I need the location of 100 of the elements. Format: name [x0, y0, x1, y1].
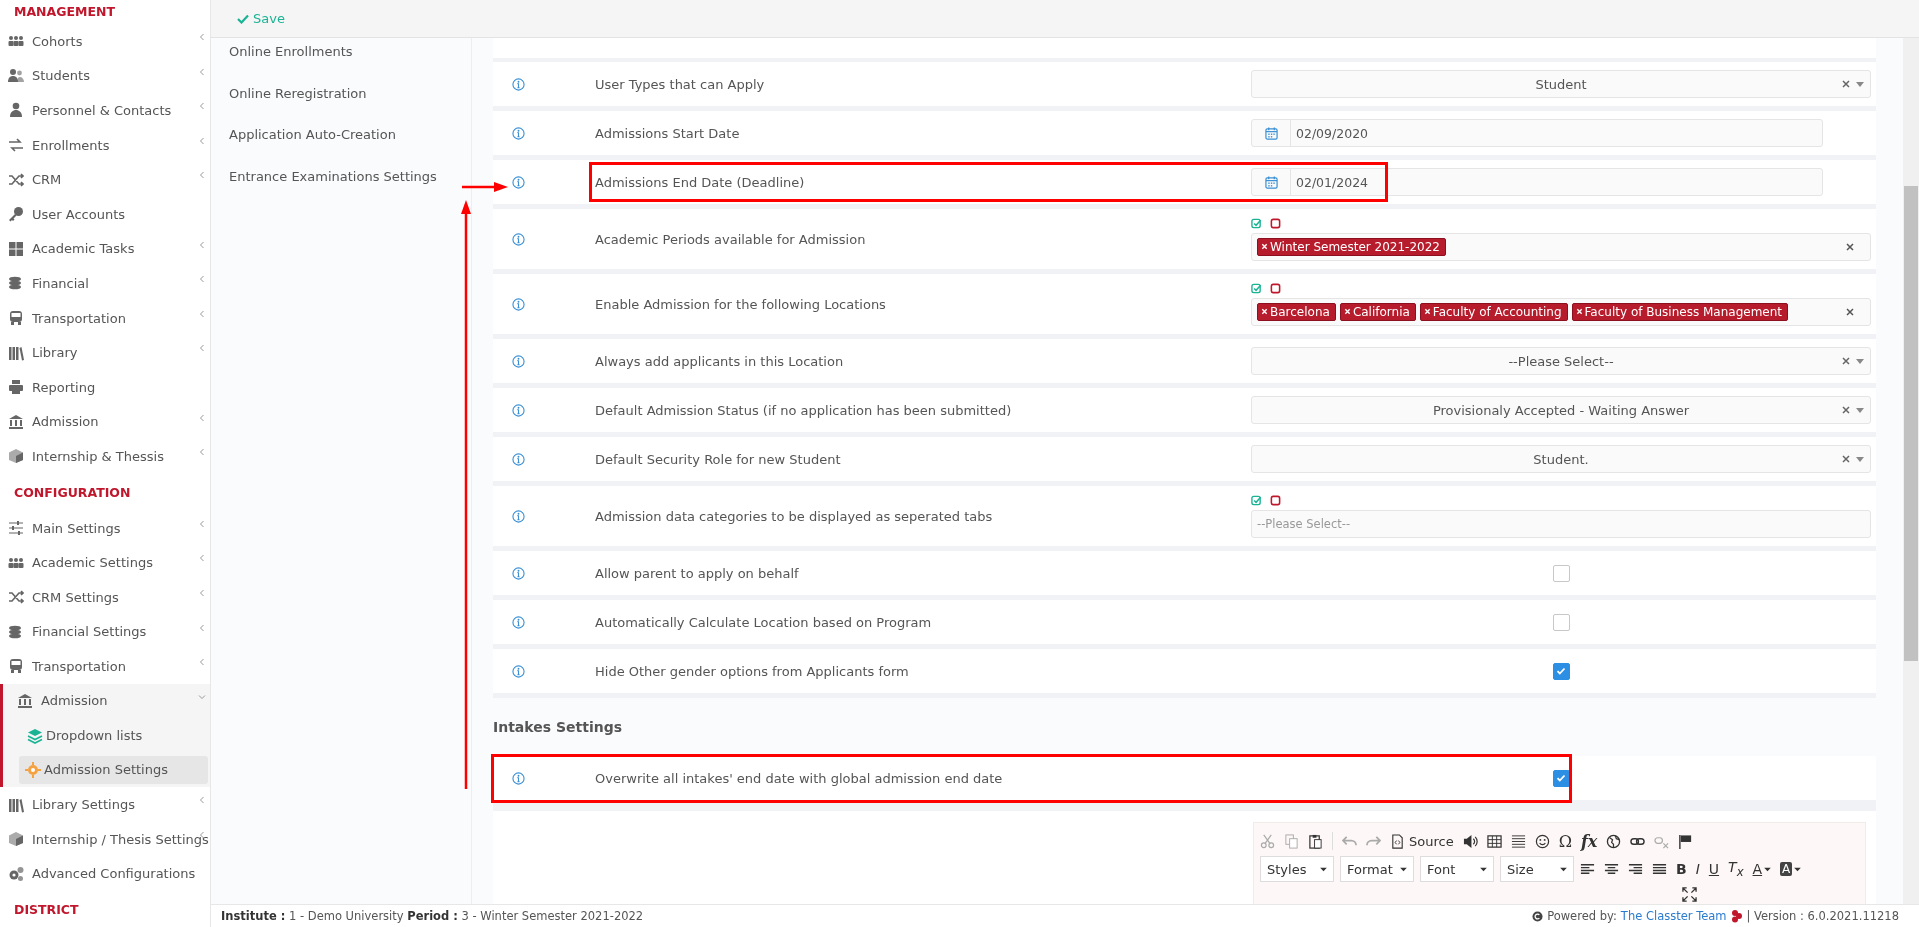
- sidebar-item[interactable]: Internship & Thessis: [0, 439, 210, 474]
- info-icon[interactable]: [512, 126, 525, 140]
- select-all-icon[interactable]: [1251, 217, 1262, 229]
- settings-nav-link[interactable]: Entrance Examinations Settings: [211, 155, 471, 198]
- info-icon[interactable]: [512, 615, 525, 629]
- sidebar-item[interactable]: Internship / Thesis Settings: [0, 822, 210, 857]
- checkbox[interactable]: [1552, 564, 1570, 582]
- dropdown-field[interactable]: Student.: [1251, 445, 1871, 473]
- calendar-icon[interactable]: [1264, 175, 1278, 189]
- sidebar-item[interactable]: Main Settings: [0, 510, 210, 546]
- sidebar-subitem[interactable]: Dropdown lists: [3, 718, 210, 753]
- clear-icon[interactable]: [1846, 307, 1854, 316]
- info-icon[interactable]: [512, 403, 525, 417]
- dropdown-field[interactable]: Provisionaly Accepted - Waiting Answer: [1251, 396, 1871, 424]
- info-icon[interactable]: [512, 771, 525, 785]
- info-icon[interactable]: [512, 232, 525, 246]
- remove-icon[interactable]: [1423, 308, 1431, 315]
- clear-icon[interactable]: [1842, 455, 1850, 463]
- checkbox[interactable]: [1552, 662, 1570, 680]
- info-icon[interactable]: [512, 452, 525, 466]
- sidebar-item[interactable]: Transportation: [0, 649, 210, 684]
- align-icon[interactable]: [1652, 861, 1667, 877]
- paste-icon[interactable]: [1308, 833, 1323, 849]
- date-field[interactable]: 02/09/2020: [1251, 119, 1823, 147]
- sidebar-item[interactable]: Financial Settings: [0, 614, 210, 650]
- sidebar-item[interactable]: Personnel & Contacts: [0, 93, 210, 128]
- source-button[interactable]: Source: [1390, 833, 1454, 849]
- sidebar-item[interactable]: Library: [0, 335, 210, 370]
- tag[interactable]: California: [1339, 302, 1416, 321]
- horizontal-lines-icon[interactable]: [1510, 833, 1526, 849]
- info-icon[interactable]: [512, 509, 525, 523]
- deselect-all-icon[interactable]: [1270, 282, 1281, 294]
- sidebar-item[interactable]: Academic Tasks: [0, 231, 210, 267]
- maximize-icon[interactable]: [1682, 886, 1697, 902]
- sidebar-item[interactable]: Advanced Configurations: [0, 856, 210, 892]
- align-icon[interactable]: [1604, 861, 1619, 877]
- formula-button[interactable]: fx: [1580, 831, 1598, 851]
- tag[interactable]: Winter Semester 2021-2022: [1257, 237, 1446, 256]
- tag[interactable]: Faculty of Accounting: [1419, 302, 1568, 321]
- sidebar-item[interactable]: Admission: [3, 683, 210, 719]
- clear-icon[interactable]: [1842, 80, 1850, 88]
- sidebar-subitem[interactable]: Admission Settings: [19, 755, 208, 784]
- remove-icon[interactable]: [1261, 308, 1268, 315]
- sidebar-item[interactable]: Financial: [0, 266, 210, 301]
- align-icon[interactable]: [1628, 861, 1643, 877]
- info-icon[interactable]: [512, 175, 525, 189]
- speaker-icon[interactable]: [1462, 833, 1478, 849]
- sidebar-item[interactable]: Academic Settings: [0, 545, 210, 580]
- sidebar-item[interactable]: Transportation: [0, 300, 210, 336]
- tag[interactable]: Barcelona: [1257, 302, 1336, 321]
- calendar-icon[interactable]: [1264, 126, 1278, 140]
- editor-dropdown[interactable]: Styles: [1260, 856, 1334, 882]
- settings-nav-link[interactable]: Online Reregistration: [211, 72, 471, 115]
- dropdown-field[interactable]: --Please Select--: [1251, 347, 1871, 375]
- info-icon[interactable]: [512, 77, 525, 91]
- sidebar-item[interactable]: User Accounts: [0, 196, 210, 232]
- clear-icon[interactable]: [1842, 406, 1850, 414]
- info-icon[interactable]: [512, 664, 525, 678]
- sidebar-item[interactable]: Enrollments: [0, 127, 210, 163]
- remove-icon[interactable]: [1261, 243, 1268, 250]
- cut-icon[interactable]: [1260, 833, 1275, 849]
- sidebar-item[interactable]: Library Settings: [0, 787, 210, 823]
- scrollbar[interactable]: [1903, 38, 1919, 904]
- sidebar-item[interactable]: Reporting: [0, 369, 210, 405]
- multi-select-field[interactable]: Winter Semester 2021-2022: [1251, 232, 1871, 261]
- info-icon[interactable]: [512, 297, 525, 311]
- clear-icon[interactable]: [1846, 242, 1854, 251]
- format-button[interactable]: T$_{x}$: [1728, 859, 1744, 879]
- editor-dropdown[interactable]: Font: [1420, 856, 1494, 882]
- checkbox[interactable]: [1552, 769, 1570, 787]
- special-character-button[interactable]: Ω: [1558, 831, 1572, 851]
- info-icon[interactable]: [512, 354, 525, 368]
- editor-dropdown[interactable]: Size: [1500, 856, 1574, 882]
- smiley-icon[interactable]: [1534, 833, 1550, 849]
- select-all-icon[interactable]: [1251, 282, 1262, 294]
- select-all-icon[interactable]: [1251, 494, 1262, 506]
- align-icon[interactable]: [1580, 861, 1595, 877]
- format-button[interactable]: B: [1676, 861, 1687, 877]
- sidebar-item[interactable]: Admission: [0, 404, 210, 440]
- deselect-all-icon[interactable]: [1270, 217, 1281, 229]
- sidebar-item[interactable]: Students: [0, 58, 210, 94]
- text-color-button[interactable]: A: [1752, 861, 1772, 877]
- sidebar-item[interactable]: CRM: [0, 162, 210, 197]
- multi-select-field[interactable]: Barcelona California Faculty of Accounting Faculty of Business Management: [1251, 297, 1871, 326]
- format-button[interactable]: I: [1695, 861, 1700, 877]
- sidebar-item[interactable]: Cohorts: [0, 24, 210, 59]
- remove-icon[interactable]: [1575, 308, 1583, 315]
- flag-icon[interactable]: [1678, 833, 1694, 849]
- checkbox[interactable]: [1552, 613, 1570, 631]
- sidebar-item[interactable]: CRM Settings: [0, 579, 210, 615]
- table-icon[interactable]: [1486, 833, 1502, 849]
- globe-icon[interactable]: [1606, 833, 1622, 849]
- clear-icon[interactable]: [1842, 357, 1850, 365]
- format-button[interactable]: U: [1708, 861, 1720, 877]
- settings-nav-link[interactable]: Online Enrollments: [211, 31, 471, 73]
- remove-icon[interactable]: [1343, 308, 1351, 315]
- settings-nav-link[interactable]: Application Auto-Creation: [211, 114, 471, 156]
- editor-dropdown[interactable]: Format: [1340, 856, 1414, 882]
- date-field[interactable]: 02/01/2024: [1251, 168, 1823, 196]
- info-icon[interactable]: [512, 566, 525, 580]
